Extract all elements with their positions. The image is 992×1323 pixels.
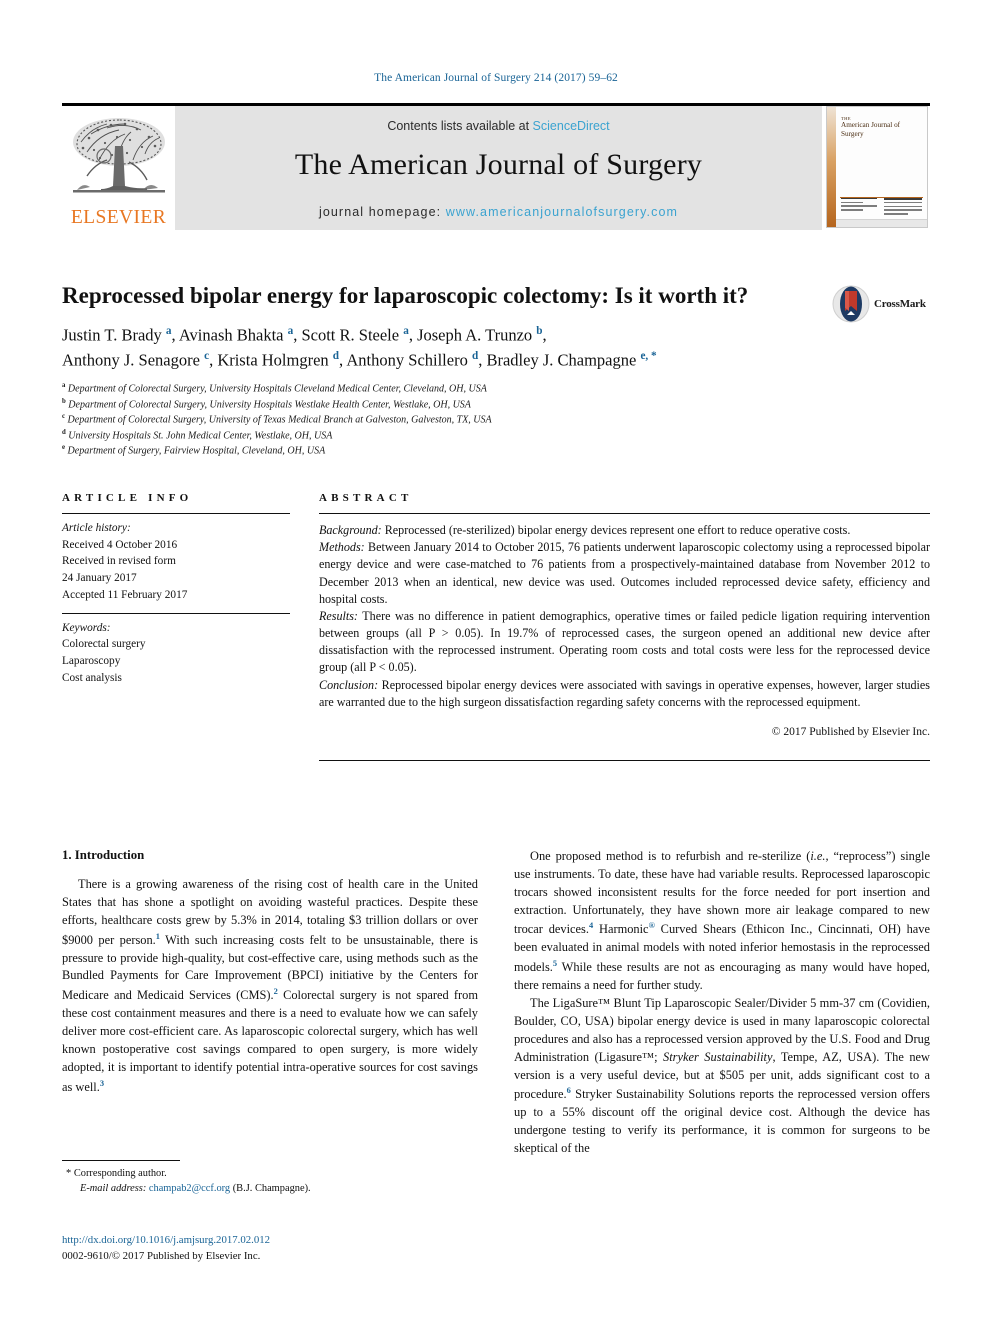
footnote-corresponding-line: * Corresponding author. (62, 1166, 478, 1181)
affiliation-a: a Department of Colorectal Surgery, Univ… (62, 382, 487, 395)
abstract-results-text: There was no difference in patient demog… (319, 608, 930, 675)
crossmark-badge[interactable]: CrossMark (832, 284, 930, 324)
crossmark-icon (832, 285, 870, 323)
history-accepted: Accepted 11 February 2017 (62, 588, 188, 601)
keywords-block: Keywords: Colorectal surgery Laparoscopy… (62, 614, 290, 687)
homepage-prefix: journal homepage: (318, 205, 446, 219)
keyword-item: Colorectal surgery (62, 638, 146, 651)
affiliation-list: a Department of Colorectal Surgery, Univ… (62, 381, 930, 459)
contents-available-line: Contents lists available at ScienceDirec… (175, 119, 822, 133)
abstract-methods-text: Between January 2014 to October 2015, 76… (319, 540, 930, 606)
abstract-copyright: © 2017 Published by Elsevier Inc. (771, 725, 930, 738)
abstract-results-label: Results: (319, 608, 358, 623)
article-history-label: Article history: (62, 522, 131, 534)
abstract-column: ABSTRACT Background: Reprocessed (re-ste… (290, 492, 930, 762)
paragraph: The LigaSure™ Blunt Tip Laparoscopic Sea… (514, 996, 930, 1156)
body-text-region: 1. Introduction There is a growing aware… (62, 848, 930, 1158)
cover-title-main: American Journal of Surgery (841, 121, 901, 138)
abstract-results: Results: There was no difference in pati… (319, 608, 930, 677)
cover-spine (827, 107, 836, 227)
keyword-item: Laparoscopy (62, 655, 121, 668)
abstract-rule-bottom (319, 760, 930, 762)
abstract-conclusion-text: Reprocessed bipolar energy devices were … (319, 677, 930, 709)
history-revised-form: Received in revised form (62, 555, 176, 568)
email-label: E-mail address: (80, 1183, 147, 1195)
journal-cover-thumbnail: THE American Journal of Surgery (822, 106, 930, 230)
abstract-heading: ABSTRACT (319, 492, 413, 504)
doi-footer: http://dx.doi.org/10.1016/j.amjsurg.2017… (62, 1232, 478, 1264)
affiliation-e: e Department of Surgery, Fairview Hospit… (62, 444, 326, 457)
abstract-methods-label: Methods: (319, 540, 365, 555)
elsevier-tree-icon (72, 118, 165, 193)
history-revised-date: 24 January 2017 (62, 572, 137, 585)
email-owner: (B.J. Champagne). (232, 1183, 311, 1195)
sciencedirect-band: Contents lists available at ScienceDirec… (175, 106, 822, 230)
journal-homepage-line: journal homepage: www.americanjournalofs… (175, 205, 822, 219)
affiliation-b: b Department of Colorectal Surgery, Univ… (62, 397, 471, 411)
body-column-right: One proposed method is to refurbish and … (514, 848, 930, 1158)
history-received: Received 4 October 2016 (62, 538, 178, 551)
article-info-column: ARTICLE INFO Article history: Received 4… (62, 492, 290, 761)
footnote-email-line: E-mail address: champab2@ccf.org (B.J. C… (62, 1181, 478, 1196)
abstract-background-label: Background: (319, 523, 382, 537)
cover-journal-title: THE American Journal of Surgery (841, 116, 922, 138)
crossmark-label: CrossMark (874, 298, 926, 310)
abstract-background: Background: Reprocessed (re-sterilized) … (319, 522, 930, 539)
abstract-methods: Methods: Between January 2014 to October… (319, 539, 930, 608)
corresponding-author-footnote: * Corresponding author. E-mail address: … (62, 1160, 478, 1196)
contents-prefix: Contents lists available at (387, 119, 533, 133)
page-title: Reprocessed bipolar energy for laparosco… (62, 283, 749, 308)
paragraph: There is a growing awareness of the risi… (62, 877, 479, 1094)
issn-copyright-line: 0002-9610/© 2017 Published by Elsevier I… (62, 1250, 261, 1263)
article-info-heading: ARTICLE INFO (62, 492, 193, 504)
doi-link[interactable]: http://dx.doi.org/10.1016/j.amjsurg.2017… (62, 1232, 478, 1248)
journal-masthead: ELSEVIER Contents lists available at Sci… (62, 103, 930, 233)
abstract-body: Background: Reprocessed (re-sterilized) … (319, 514, 930, 740)
sciencedirect-link[interactable]: ScienceDirect (533, 119, 610, 133)
footnote-rule (62, 1160, 180, 1161)
keyword-item: Cost analysis (62, 671, 122, 684)
footnote-asterisk: * (66, 1168, 72, 1179)
elsevier-wordmark: ELSEVIER (70, 207, 167, 228)
keywords-label: Keywords: (62, 621, 111, 634)
affiliation-c: c Department of Colorectal Surgery, Univ… (62, 413, 492, 426)
email-link[interactable]: champab2@ccf.org (149, 1183, 230, 1194)
info-abstract-region: ARTICLE INFO Article history: Received 4… (62, 492, 930, 762)
journal-homepage-link[interactable]: www.americanjournalofsurgery.com (446, 205, 678, 219)
article-history: Article history: Received 4 October 2016… (62, 514, 290, 613)
cover-footer-bar (836, 219, 927, 227)
body-column-left: 1. Introduction There is a growing aware… (62, 848, 478, 1158)
running-head: The American Journal of Surgery 214 (201… (374, 72, 618, 84)
footnote-corresponding-text: Corresponding author. (73, 1168, 167, 1179)
cover-text-lines-right (884, 198, 922, 217)
affiliation-d: d University Hospitals St. John Medical … (62, 428, 333, 442)
section-title-introduction: 1. Introduction (62, 848, 145, 862)
journal-title: The American Journal of Surgery (294, 148, 703, 181)
title-block: CrossMark Reprocessed bipolar energy for… (62, 283, 930, 459)
journal-article-page: The American Journal of Surgery 214 (201… (0, 0, 992, 1323)
author-line-2: Anthony J. Senagore c, Krista Holmgren d… (62, 349, 657, 370)
paragraph: One proposed method is to refurbish and … (514, 849, 930, 993)
elsevier-logo: ELSEVIER (62, 106, 175, 230)
abstract-background-text: Reprocessed (re-sterilized) bipolar ener… (381, 523, 851, 537)
author-list: Justin T. Brady a, Avinash Bhakta a, Sco… (62, 323, 862, 372)
abstract-conclusion-label: Conclusion: (319, 677, 379, 692)
author-line-1: Justin T. Brady a, Avinash Bhakta a, Sco… (62, 325, 547, 345)
cover-text-lines-left (841, 197, 877, 213)
abstract-conclusion: Conclusion: Reprocessed bipolar energy d… (319, 677, 930, 711)
